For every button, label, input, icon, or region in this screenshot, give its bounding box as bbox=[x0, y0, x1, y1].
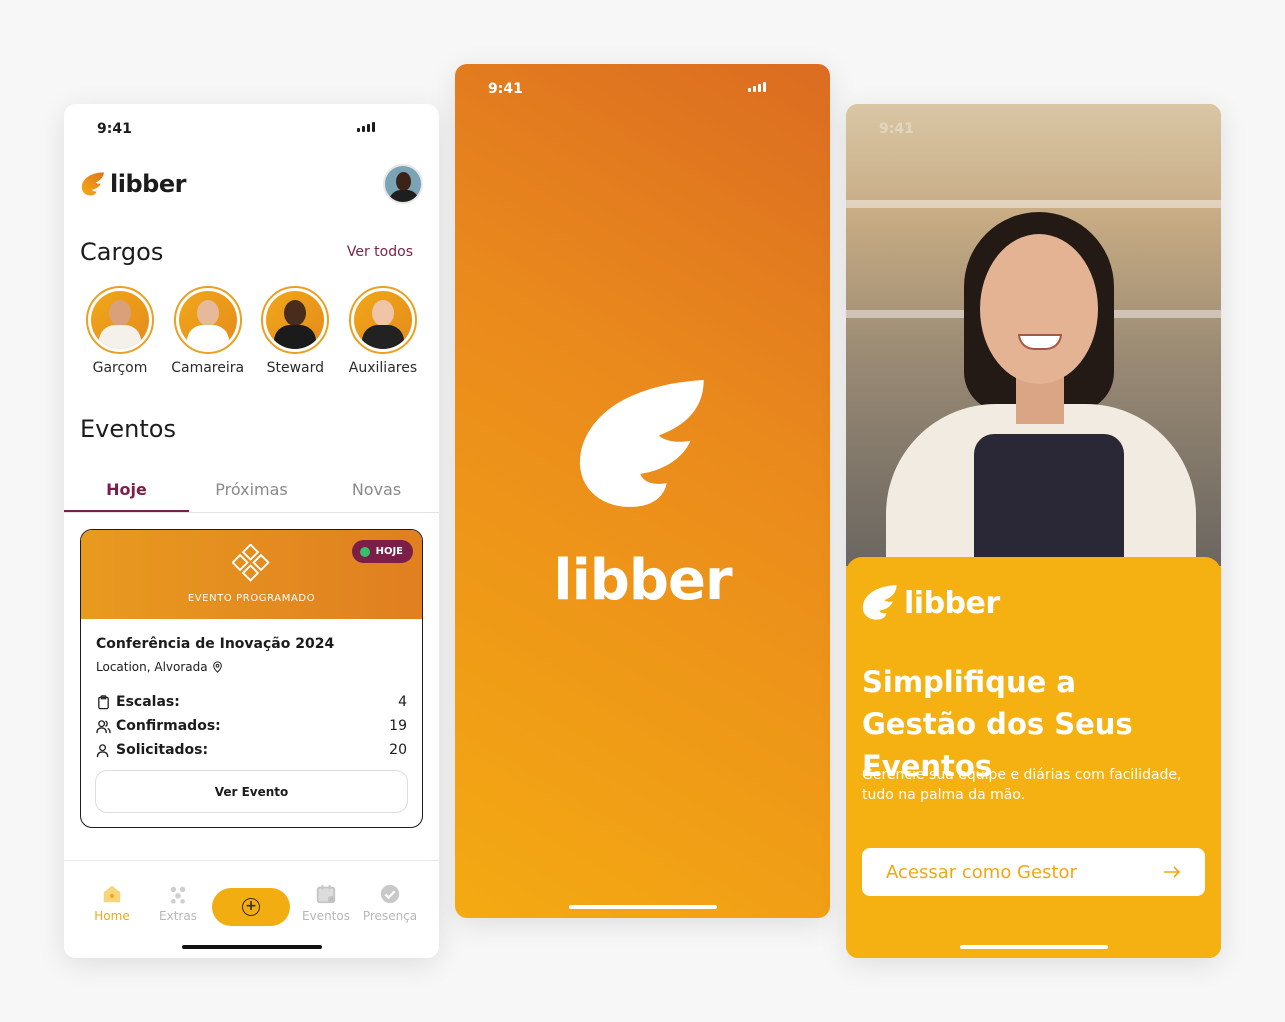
signal-icon bbox=[357, 122, 375, 132]
splash-wordmark: libber bbox=[553, 548, 732, 613]
cargo-item-auxiliares[interactable]: Auxiliares bbox=[341, 286, 425, 376]
stat-value: 20 bbox=[389, 742, 407, 758]
user-avatar[interactable] bbox=[383, 164, 423, 204]
status-time: 9:41 bbox=[97, 121, 132, 137]
user-icon bbox=[96, 743, 109, 757]
cargo-item-garcom[interactable]: Garçom bbox=[78, 286, 162, 376]
arrow-right-icon bbox=[1164, 866, 1181, 878]
logo-text: libber bbox=[110, 170, 186, 198]
bottom-nav: Home Extras + Eventos Presença bbox=[64, 860, 439, 958]
stat-solicitados: Solicitados: 20 bbox=[96, 738, 407, 762]
diamond-pattern-icon bbox=[232, 544, 270, 582]
nav-label: Extras bbox=[159, 909, 197, 923]
cargo-item-steward[interactable]: Steward bbox=[253, 286, 337, 376]
stat-escalas: Escalas: 4 bbox=[96, 690, 407, 714]
cargo-label: Garçom bbox=[92, 360, 148, 376]
cargos-title: Cargos bbox=[80, 238, 164, 266]
garcom-avatar bbox=[91, 291, 149, 349]
status-badge: HOJE bbox=[351, 540, 413, 563]
badge-label: HOJE bbox=[375, 546, 403, 557]
cargo-label: Auxiliares bbox=[348, 360, 418, 376]
home-icon bbox=[103, 885, 121, 903]
signal-icon bbox=[748, 82, 766, 92]
auxiliares-avatar bbox=[353, 291, 412, 349]
status-time: 9:41 bbox=[879, 121, 914, 137]
onboarding-screen: 9:41 libber Simplifique a Gestão dos Seu… bbox=[846, 104, 1221, 958]
people-group-icon bbox=[170, 886, 186, 904]
hero-photo: 9:41 bbox=[846, 104, 1221, 566]
event-tabs: Hoje Próximas Novas bbox=[64, 472, 439, 513]
plus-icon: + bbox=[242, 898, 260, 916]
app-logo: libber bbox=[80, 170, 186, 198]
location-text: Location, Alvorada bbox=[96, 660, 208, 674]
calendar-icon bbox=[316, 884, 336, 904]
event-type-label: EVENTO PROGRAMADO bbox=[187, 593, 316, 604]
tab-proximas[interactable]: Próximas bbox=[189, 472, 314, 512]
tab-hoje[interactable]: Hoje bbox=[64, 472, 189, 512]
cta-label: Acessar como Gestor bbox=[886, 861, 1077, 883]
tab-novas[interactable]: Novas bbox=[314, 472, 439, 512]
home-screen: 9:41 libber Cargos Ver todos Garçom Cama… bbox=[64, 104, 439, 958]
stat-value: 4 bbox=[398, 694, 407, 710]
add-button[interactable]: + bbox=[212, 888, 290, 926]
stat-label: Solicitados: bbox=[116, 742, 209, 758]
cargo-item-camareira[interactable]: Camareira bbox=[166, 286, 250, 376]
libber-logo-icon bbox=[862, 585, 897, 620]
event-stats: Escalas: 4 Confirmados: 19 Solicitados: … bbox=[96, 690, 407, 762]
nav-extras[interactable]: Extras bbox=[148, 883, 208, 923]
splash-screen: 9:41 libber bbox=[455, 64, 830, 918]
steward-avatar bbox=[266, 291, 325, 349]
stat-label: Confirmados: bbox=[116, 718, 221, 734]
status-bar: 9:41 bbox=[64, 104, 439, 154]
ver-evento-button[interactable]: Ver Evento bbox=[95, 770, 408, 813]
nav-eventos[interactable]: Eventos bbox=[296, 883, 356, 923]
event-card: EVENTO PROGRAMADO HOJE Conferência de In… bbox=[80, 529, 423, 828]
check-circle-icon bbox=[380, 884, 400, 904]
logo-text: libber bbox=[904, 585, 1000, 621]
eventos-title: Eventos bbox=[80, 415, 176, 443]
nav-label: Eventos bbox=[302, 909, 350, 923]
cargos-list: Garçom Camareira Steward Auxiliares bbox=[78, 286, 425, 376]
stat-label: Escalas: bbox=[116, 694, 180, 710]
status-bar: 9:41 bbox=[455, 64, 830, 114]
stat-value: 19 bbox=[389, 718, 407, 734]
live-dot-icon bbox=[359, 546, 370, 557]
stat-confirmados: Confirmados: 19 bbox=[96, 714, 407, 738]
nav-home[interactable]: Home bbox=[82, 883, 142, 923]
clipboard-icon bbox=[98, 694, 109, 709]
libber-logo-icon bbox=[579, 380, 704, 507]
home-indicator bbox=[568, 905, 717, 909]
map-pin-icon bbox=[212, 661, 222, 673]
acessar-gestor-button[interactable]: Acessar como Gestor bbox=[862, 848, 1205, 896]
event-name: Conferência de Inovação 2024 bbox=[96, 636, 335, 652]
users-icon bbox=[96, 719, 111, 733]
nav-label: Presença bbox=[362, 909, 418, 923]
camareira-avatar bbox=[178, 291, 237, 349]
cargo-label: Camareira bbox=[171, 360, 245, 376]
nav-label: Home bbox=[94, 909, 130, 923]
status-time: 9:41 bbox=[488, 81, 523, 97]
onboarding-subline: Gerencie sua equipe e diárias com facili… bbox=[862, 767, 1182, 803]
app-logo: libber bbox=[862, 585, 1000, 621]
home-indicator bbox=[959, 945, 1108, 949]
ver-todos-link[interactable]: Ver todos bbox=[347, 244, 413, 260]
cargo-label: Steward bbox=[266, 360, 325, 376]
onboarding-panel: libber Simplifique a Gestão dos Seus Eve… bbox=[846, 557, 1221, 958]
home-indicator bbox=[181, 945, 322, 949]
event-location: Location, Alvorada bbox=[96, 660, 223, 674]
event-card-header: EVENTO PROGRAMADO HOJE bbox=[81, 530, 422, 619]
libber-logo-icon bbox=[81, 172, 104, 196]
nav-presenca[interactable]: Presença bbox=[360, 883, 420, 923]
